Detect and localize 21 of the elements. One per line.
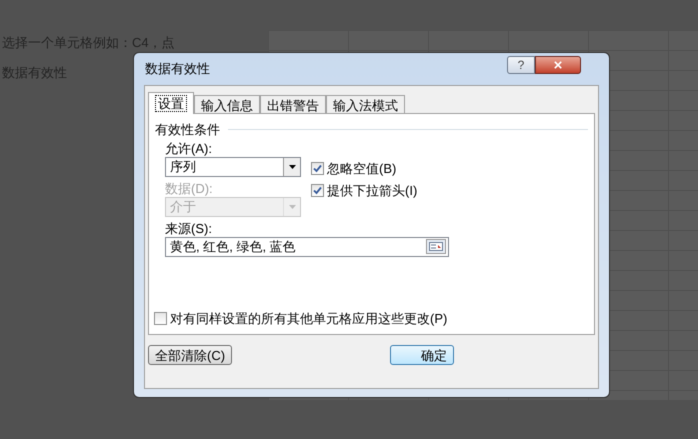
checkbox-label: 提供下拉箭头(I) [327,182,418,200]
tab[interactable]: 出错警告 [260,95,326,114]
checkbox[interactable] [311,184,324,198]
help-button[interactable]: ? [507,56,535,74]
clear-all-button[interactable]: 全部清除(C) [148,345,232,365]
tab[interactable]: 输入法模式 [326,95,405,114]
field-label: 数据(D): [165,180,214,196]
field-label: 允许(A): [165,140,213,156]
tab[interactable]: 输入信息 [194,95,260,114]
source-field[interactable]: 黄色, 红色, 绿色, 蓝色 [165,236,449,256]
checkbox-label: 忽略空值(B) [327,160,396,178]
tab[interactable]: 设置 [148,92,194,114]
checkbox-label: 对有同样设置的所有其他单元格应用这些更改(P) [170,310,448,328]
window-title: 数据有效性 [144,60,211,78]
checkbox[interactable] [311,162,324,175]
range-select-icon[interactable] [426,239,446,254]
field-label: 来源(S): [165,220,213,236]
checkbox[interactable] [154,312,167,325]
dropdown[interactable]: 序列 [165,156,301,176]
group-title: 有效性条件 [155,121,220,139]
ok-button[interactable]: 确定 [390,345,454,365]
